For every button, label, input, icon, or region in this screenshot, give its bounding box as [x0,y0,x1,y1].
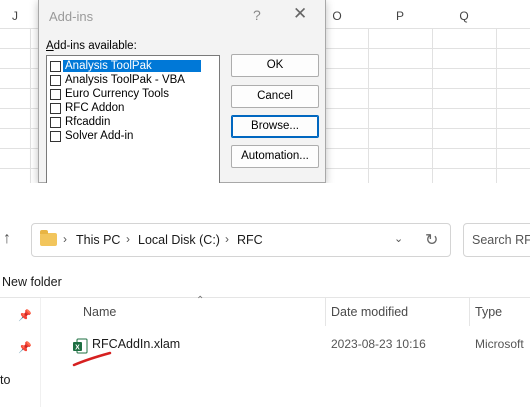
addin-checkbox[interactable] [50,74,61,86]
addin-label: Analysis ToolPak - VBA [65,74,185,86]
chevron-right-icon[interactable]: › [225,232,229,246]
addin-checkbox[interactable] [50,102,61,114]
column-header-name[interactable]: Name [83,305,116,319]
addin-item[interactable]: Analysis ToolPak [50,59,216,73]
ok-button[interactable]: OK [231,54,319,77]
column-separator[interactable] [325,298,326,326]
addins-listbox[interactable]: Analysis ToolPak Analysis ToolPak - VBA … [46,55,220,183]
file-browse-dialog: ↑ › This PC › Local Disk (C:) › RFC ⌄ ↻ … [0,183,530,407]
grid-line [30,28,31,183]
column-header-p[interactable]: P [370,5,430,27]
addin-checkbox[interactable] [50,60,61,72]
addin-label: RFC Addon [65,102,125,114]
addin-label: Solver Add-in [65,130,134,142]
sort-ascending-icon: ⌃ [196,295,205,306]
addin-label: Rfcaddin [65,116,111,128]
dialog-title: Add-ins [49,9,94,24]
folder-icon [40,230,57,246]
addin-item[interactable]: RFC Addon [50,101,216,115]
search-placeholder: Search RFC [472,233,530,247]
addin-checkbox[interactable] [50,88,61,100]
addin-checkbox[interactable] [50,130,61,142]
column-header-q[interactable]: Q [434,5,494,27]
column-header-date[interactable]: Date modified [331,305,408,319]
new-folder-button[interactable]: New folder [2,275,62,289]
chevron-right-icon[interactable]: › [126,232,130,246]
addin-checkbox[interactable] [50,116,61,128]
red-annotation-underline [72,351,112,367]
addin-item[interactable]: Rfcaddin [50,115,216,129]
label-text: dd-ins available: [53,40,137,52]
cancel-button[interactable]: Cancel [231,85,319,108]
breadcrumb-this-pc[interactable]: This PC [76,233,120,247]
address-bar[interactable]: › This PC › Local Disk (C:) › RFC ⌄ ↻ [31,223,451,257]
addin-label: Analysis ToolPak [63,60,201,72]
column-header-o[interactable]: O [325,5,349,27]
grid-line [496,28,497,183]
addin-label: Euro Currency Tools [65,88,169,100]
chevron-down-icon[interactable]: ⌄ [394,232,403,245]
close-button[interactable]: ✕ [293,4,307,24]
grid-line [368,28,369,183]
column-separator[interactable] [469,298,470,326]
browse-button[interactable]: Browse... [231,115,319,138]
refresh-icon[interactable]: ↻ [425,230,438,250]
column-header-type[interactable]: Type [475,305,502,319]
breadcrumb-rfc[interactable]: RFC [237,233,263,247]
addin-item[interactable]: Analysis ToolPak - VBA [50,73,216,87]
help-button[interactable]: ? [253,7,261,23]
addin-item[interactable]: Solver Add-in [50,129,216,143]
file-date-modified: 2023-08-23 10:16 [331,337,426,351]
automation-button[interactable]: Automation... [231,145,319,168]
addins-available-label: Add-ins available: [46,40,137,52]
accelerator-letter: A [46,40,54,52]
up-arrow-icon[interactable]: ↑ [3,230,11,248]
column-header-j[interactable]: J [0,5,30,27]
nav-pane-divider [40,298,41,407]
nav-item-partial[interactable]: to [0,373,10,387]
breadcrumb-local-disk[interactable]: Local Disk (C:) [138,233,220,247]
chevron-right-icon[interactable]: › [63,232,67,246]
search-input[interactable]: Search RFC [463,223,530,257]
pin-icon[interactable]: 📌 [18,341,32,354]
addin-item[interactable]: Euro Currency Tools [50,87,216,101]
file-name[interactable]: RFCAddIn.xlam [92,337,180,351]
toolbar-divider [0,297,530,298]
pin-icon[interactable]: 📌 [18,309,32,322]
file-type: Microsoft [475,337,524,351]
addins-dialog: Add-ins ? ✕ Add-ins available: Analysis … [38,0,326,183]
grid-line [432,28,433,183]
screenshot-root: J O P Q Add-ins ? ✕ Add-ins available: A… [0,0,530,407]
